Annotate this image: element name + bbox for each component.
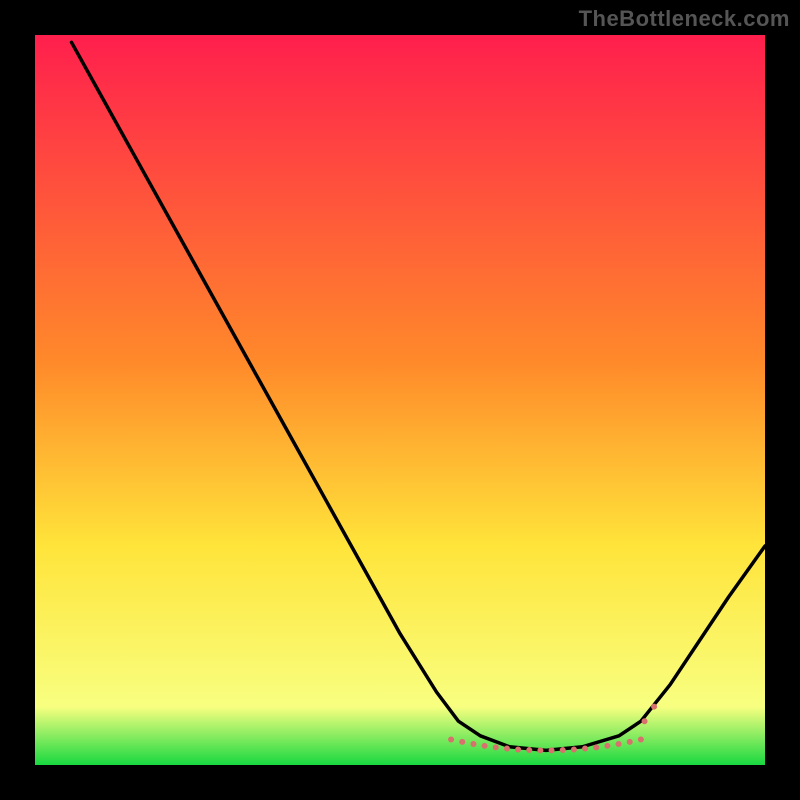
gradient-background: [35, 35, 765, 765]
watermark-text: TheBottleneck.com: [579, 6, 790, 32]
chart-container: TheBottleneck.com: [0, 0, 800, 800]
plot-area: [35, 35, 765, 765]
chart-svg: [35, 35, 765, 765]
